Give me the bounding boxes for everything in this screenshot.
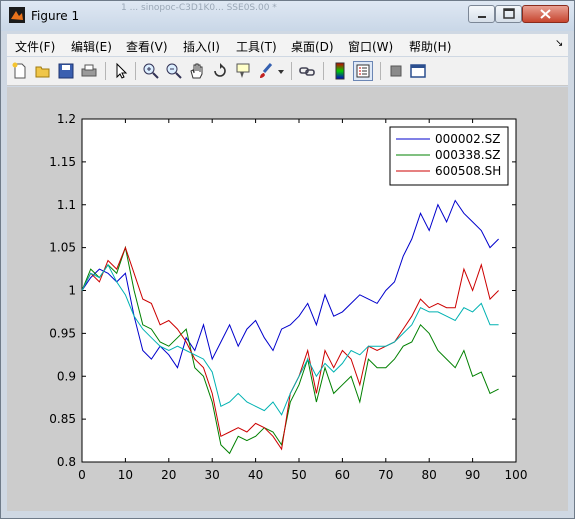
new-figure-icon[interactable] — [11, 62, 29, 80]
x-tick-label: 20 — [161, 468, 176, 482]
close-button[interactable] — [522, 5, 569, 23]
legend-label: 000338.SZ — [435, 148, 500, 162]
figure-window: Figure 1 1 ... sinopoc-C3D1K0... SSE0S.0… — [0, 0, 575, 519]
rotate-icon[interactable] — [211, 62, 229, 80]
menu-file[interactable]: 文件(F) — [15, 38, 55, 55]
save-icon[interactable] — [57, 62, 75, 80]
legend-label: 000002.SZ — [435, 132, 500, 146]
menu-desktop[interactable]: 桌面(D) — [291, 38, 334, 55]
menu-bar: 文件(F) 编辑(E) 查看(V) 插入(I) 工具(T) 桌面(D) 窗口(W… — [7, 34, 568, 56]
minimize-icon — [478, 16, 486, 18]
y-tick-label: 1.05 — [49, 241, 76, 255]
x-tick-label: 30 — [205, 468, 220, 482]
x-tick-label: 50 — [291, 468, 306, 482]
y-tick-label: 1.2 — [57, 112, 76, 126]
zoom-out-icon[interactable] — [165, 62, 183, 80]
menu-edit[interactable]: 编辑(E) — [71, 38, 112, 55]
hide-tools-icon[interactable] — [387, 62, 405, 80]
y-tick-label: 0.85 — [49, 412, 76, 426]
brush-icon[interactable] — [257, 62, 275, 80]
link-icon[interactable] — [298, 62, 316, 80]
x-tick-label: 10 — [118, 468, 133, 482]
line-chart: 0 10 20 30 40 50 60 70 80 90 100 0.8 0.85 0.9 0.95 1 1.0… — [49, 112, 528, 482]
matlab-icon — [9, 7, 25, 23]
y-tick-label: 1.1 — [57, 198, 76, 212]
x-tick-label: 90 — [465, 468, 480, 482]
open-icon[interactable] — [34, 62, 52, 80]
maximize-icon — [503, 8, 515, 19]
y-tick-label: 0.95 — [49, 326, 76, 340]
x-tick-label: 40 — [248, 468, 263, 482]
edit-plot-icon[interactable] — [112, 62, 130, 80]
title-bar: Figure 1 1 ... sinopoc-C3D1K0... SSE0S.0… — [1, 1, 574, 31]
data-cursor-icon[interactable] — [234, 62, 252, 80]
x-tick-label: 100 — [505, 468, 528, 482]
menu-tools[interactable]: 工具(T) — [236, 38, 277, 55]
legend-label: 600508.SH — [435, 164, 501, 178]
y-tick-label: 1 — [68, 284, 76, 298]
y-tick-label: 0.8 — [57, 455, 76, 469]
print-icon[interactable] — [80, 62, 98, 80]
menu-insert[interactable]: 插入(I) — [183, 38, 220, 55]
colorbar-icon[interactable] — [331, 62, 349, 80]
maximize-button[interactable] — [495, 5, 522, 23]
brush-dropdown-icon[interactable] — [277, 62, 285, 80]
x-tick-label: 70 — [378, 468, 393, 482]
window-title-ghost: 1 ... sinopoc-C3D1K0... SSE0S.00 * — [121, 3, 277, 13]
pan-icon[interactable] — [188, 62, 206, 80]
legend-icon[interactable] — [353, 61, 373, 81]
menu-view[interactable]: 查看(V) — [126, 38, 168, 55]
toolbar — [7, 57, 568, 86]
window-title: Figure 1 — [31, 9, 80, 23]
y-tick-label: 1.15 — [49, 155, 76, 169]
x-tick-label: 60 — [335, 468, 350, 482]
menu-dock-arrow-icon[interactable]: ↘ — [555, 38, 563, 49]
show-tools-icon[interactable] — [409, 62, 427, 80]
figure-canvas: 0 10 20 30 40 50 60 70 80 90 100 0.8 0.85 0.9 0.95 1 1.0… — [7, 87, 568, 511]
x-tick-label: 0 — [78, 468, 86, 482]
zoom-in-icon[interactable] — [142, 62, 160, 80]
menu-window[interactable]: 窗口(W) — [348, 38, 393, 55]
x-tick-label: 80 — [422, 468, 437, 482]
minimize-button[interactable] — [468, 5, 495, 23]
menu-help[interactable]: 帮助(H) — [409, 38, 451, 55]
y-tick-label: 0.9 — [57, 369, 76, 383]
close-icon — [540, 9, 551, 19]
